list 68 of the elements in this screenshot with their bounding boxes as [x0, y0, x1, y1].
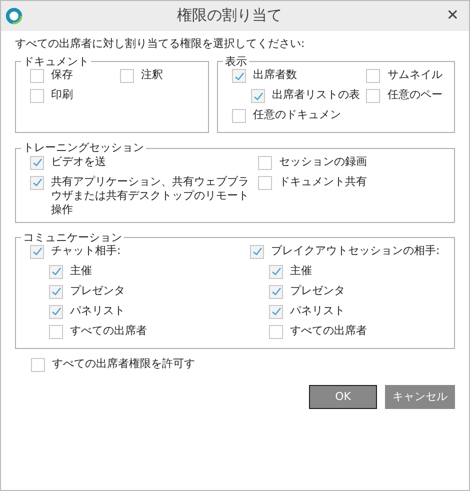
check-icon [32, 157, 42, 168]
checkbox-label: すべての出席者 [70, 324, 147, 338]
checkbox[interactable] [232, 109, 246, 124]
check-icon [32, 246, 42, 258]
checkbox-label: 任意のドキュメン [253, 108, 341, 123]
check-icon [270, 286, 282, 298]
check-icon [50, 286, 62, 298]
close-button[interactable]: ✕ [436, 6, 469, 26]
checkbox[interactable] [49, 304, 63, 319]
check-icon [270, 266, 282, 278]
checkbox-label: ビデオを送 [51, 154, 106, 169]
checkbox-label: 注釈 [141, 68, 163, 83]
checkbox[interactable] [258, 156, 272, 170]
app-logo-icon [5, 7, 23, 25]
checkbox-label: セッションの録画 [278, 154, 367, 169]
checkbox-label: 出席者数 [253, 68, 297, 83]
check-icon [50, 266, 62, 278]
checkbox[interactable] [269, 304, 283, 319]
checkbox-label: 主催 [70, 264, 92, 278]
checkbox[interactable] [232, 69, 246, 84]
checkbox[interactable] [30, 244, 44, 259]
checkbox-label: プレゼンタ [70, 284, 125, 298]
check-icon [252, 90, 264, 102]
cancel-button[interactable]: キャンセル [385, 384, 455, 410]
checkbox[interactable] [30, 156, 44, 170]
checkbox[interactable] [30, 69, 44, 84]
checkbox[interactable] [258, 176, 272, 190]
checkbox-label: 主催 [290, 264, 312, 278]
checkbox[interactable] [49, 284, 63, 299]
check-icon [234, 70, 244, 82]
checkbox[interactable] [251, 89, 265, 104]
checkbox-label: すべての出席者権限を許可す [52, 356, 195, 372]
checkbox[interactable] [250, 244, 264, 259]
checkbox-label: 印刷 [51, 88, 73, 103]
checkbox-label: サムネイル [387, 68, 442, 83]
group-title: コミュニケーション [22, 230, 123, 244]
checkbox-label: 出席者リストの表 [272, 88, 360, 103]
checkbox[interactable] [120, 69, 134, 84]
group-title: 表示 [224, 55, 248, 68]
ok-button[interactable]: OK [309, 384, 377, 410]
checkbox-label: チャット相手: [51, 244, 121, 258]
group-title: ドキュメント [22, 55, 90, 68]
checkbox[interactable] [31, 358, 45, 372]
checkbox[interactable] [30, 89, 44, 104]
window-title: 権限の割り当て [176, 6, 284, 26]
check-icon [32, 177, 42, 188]
checkbox[interactable] [366, 69, 380, 84]
checkbox-label: 任意のペー [387, 88, 442, 103]
checkbox-label: 共有アプリケーション、共有ウェブブラウザまたは共有デスクトップのリモート操作 [51, 174, 250, 218]
checkbox[interactable] [49, 324, 63, 339]
checkbox[interactable] [366, 89, 380, 104]
group-title: トレーニングセッション [22, 141, 145, 155]
checkbox[interactable] [269, 324, 283, 339]
checkbox[interactable] [30, 176, 44, 190]
instruction-text: すべての出席者に対し割り当てる権限を選択してください: [15, 37, 306, 52]
checkbox[interactable] [269, 264, 283, 279]
check-icon [252, 246, 262, 258]
checkbox[interactable] [49, 264, 63, 279]
checkbox-label: ドキュメント共有 [278, 174, 367, 189]
checkbox-label: 保存 [51, 68, 73, 83]
checkbox-label: ブレイクアウトセッションの相手: [271, 244, 440, 258]
checkbox-label: すべての出席者 [290, 324, 367, 338]
check-icon [50, 306, 62, 318]
check-icon [270, 306, 282, 318]
checkbox-label: プレゼンタ [290, 284, 345, 298]
checkbox[interactable] [269, 284, 283, 299]
checkbox-label: パネリスト [290, 304, 345, 318]
checkbox-label: パネリスト [70, 304, 125, 318]
